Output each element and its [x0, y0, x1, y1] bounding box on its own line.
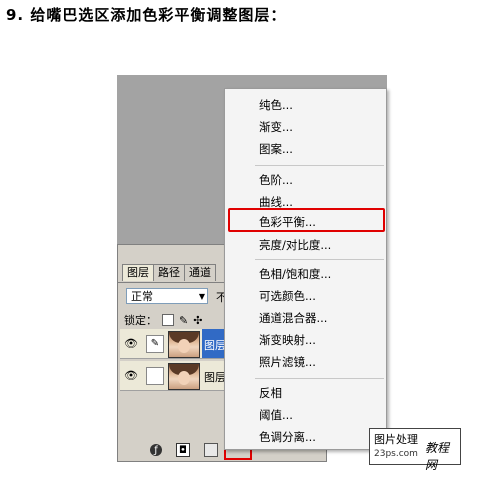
- lock-brush-icon[interactable]: ✎: [179, 314, 188, 327]
- layer-style-icon[interactable]: ƒ: [150, 444, 162, 456]
- menu-item-posterize[interactable]: 色调分离...: [259, 429, 316, 445]
- blend-mode-value: 正常: [131, 290, 153, 303]
- menu-item-channel-mixer[interactable]: 通道混合器...: [259, 310, 327, 326]
- eye-icon[interactable]: 👁: [124, 369, 138, 382]
- menu-item-hue-saturation[interactable]: 色相/饱和度...: [259, 266, 331, 282]
- menu-item-threshold[interactable]: 阈值...: [259, 407, 293, 423]
- blend-mode-select[interactable]: 正常 ▼: [126, 288, 208, 304]
- panel-tabs: 图层 路径 通道: [122, 264, 216, 282]
- layer-name: 图层: [204, 371, 226, 384]
- menu-item-gradient-map[interactable]: 渐变映射...: [259, 332, 316, 348]
- layer-thumbnail: [168, 331, 200, 358]
- watermark: 图片处理 23ps.com 教程网: [369, 428, 461, 472]
- chevron-down-icon: ▼: [198, 292, 205, 301]
- watermark-top-text: 图片处理: [374, 433, 418, 446]
- brush-icon: ✎: [146, 335, 164, 353]
- menu-item-solid-color[interactable]: 纯色...: [259, 97, 293, 113]
- watermark-site: 23ps.com: [374, 449, 418, 459]
- lock-transparency-icon[interactable]: [162, 314, 174, 326]
- thumbnail-face: [178, 339, 190, 353]
- lock-label: 锁定：: [124, 314, 157, 327]
- menu-item-gradient[interactable]: 渐变...: [259, 119, 293, 135]
- menu-item-photo-filter[interactable]: 照片滤镜...: [259, 354, 316, 370]
- menu-separator: [255, 259, 384, 260]
- thumbnail-face: [178, 371, 190, 385]
- menu-item-selective-color[interactable]: 可选颜色...: [259, 288, 316, 304]
- menu-item-levels[interactable]: 色阶...: [259, 172, 293, 188]
- page-title: 9. 给嘴巴选区添加色彩平衡调整图层：: [6, 6, 287, 24]
- tab-paths[interactable]: 路径: [153, 264, 185, 281]
- layer-thumbnail: [168, 363, 200, 390]
- tab-layers[interactable]: 图层: [122, 264, 154, 281]
- new-group-icon[interactable]: [204, 443, 218, 457]
- menu-item-brightness-contrast[interactable]: 亮度/对比度...: [259, 237, 331, 253]
- lock-row: 锁定： ✎ ✣: [124, 312, 202, 328]
- menu-separator: [255, 378, 384, 379]
- menu-item-color-balance[interactable]: 色彩平衡...: [259, 214, 316, 230]
- layer-name: 图层: [204, 339, 226, 352]
- menu-separator: [255, 165, 384, 166]
- eye-icon[interactable]: 👁: [124, 337, 138, 350]
- add-mask-icon[interactable]: ◘: [176, 443, 190, 457]
- tab-channels[interactable]: 通道: [184, 264, 216, 281]
- watermark-big-text: 教程网: [425, 441, 450, 472]
- adjustment-layer-menu: 纯色... 渐变... 图案... 色阶... 曲线... 色彩平衡... 亮度…: [224, 88, 387, 450]
- empty-link-box: [146, 367, 164, 385]
- lock-move-icon[interactable]: ✣: [193, 314, 202, 327]
- menu-item-invert[interactable]: 反相: [259, 385, 282, 401]
- menu-item-pattern[interactable]: 图案...: [259, 141, 293, 157]
